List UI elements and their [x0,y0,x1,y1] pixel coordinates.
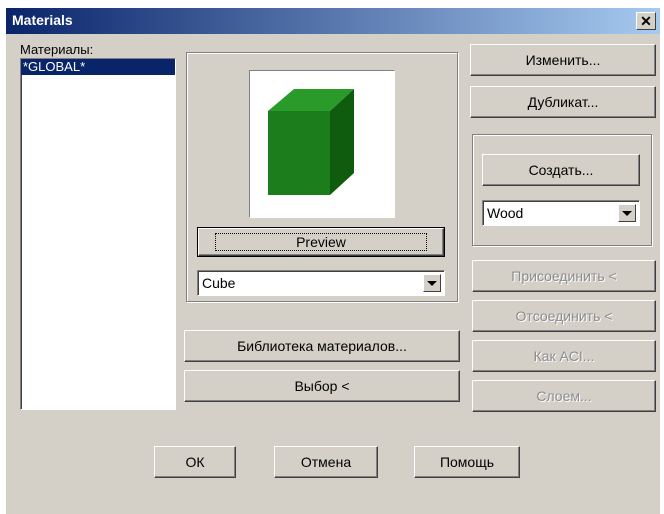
title-bar [6,8,660,34]
select-button[interactable]: Выбор < [184,370,460,402]
materials-label: Материалы: [20,42,94,57]
materials-listbox[interactable]: *GLOBAL* [20,58,176,410]
by-layer-button[interactable]: Слоем... [472,380,656,412]
detach-button[interactable]: Отсоединить < [472,300,656,332]
cube-preview-icon [268,89,354,195]
new-material-group [472,134,652,246]
preview-shape-select[interactable]: Cube [197,270,445,296]
ok-button[interactable]: ОК [154,446,236,478]
attach-button[interactable]: Присоединить < [472,260,656,292]
dialog-title: Materials [12,12,73,28]
list-item-global[interactable]: *GLOBAL* [21,59,175,75]
preview-button-label: Preview [215,233,427,251]
cancel-button[interactable]: Отмена [274,446,378,478]
modify-button[interactable]: Изменить... [470,44,656,76]
preview-button[interactable]: Preview [197,227,445,257]
preview-image-area [249,70,395,218]
close-button[interactable]: ✕ [636,12,656,30]
by-aci-button[interactable]: Как ACI... [472,340,656,372]
new-button[interactable]: Создать... [482,154,640,186]
close-icon: ✕ [640,13,652,29]
preview-shape-value: Cube [202,275,236,291]
chevron-down-icon[interactable] [618,204,636,222]
new-type-value: Wood [487,205,524,221]
duplicate-button[interactable]: Дубликат... [470,86,656,118]
chevron-down-icon[interactable] [423,274,441,292]
new-type-select[interactable]: Wood [482,200,640,226]
help-button[interactable]: Помощь [414,446,520,478]
materials-library-button[interactable]: Библиотека материалов... [184,330,460,362]
